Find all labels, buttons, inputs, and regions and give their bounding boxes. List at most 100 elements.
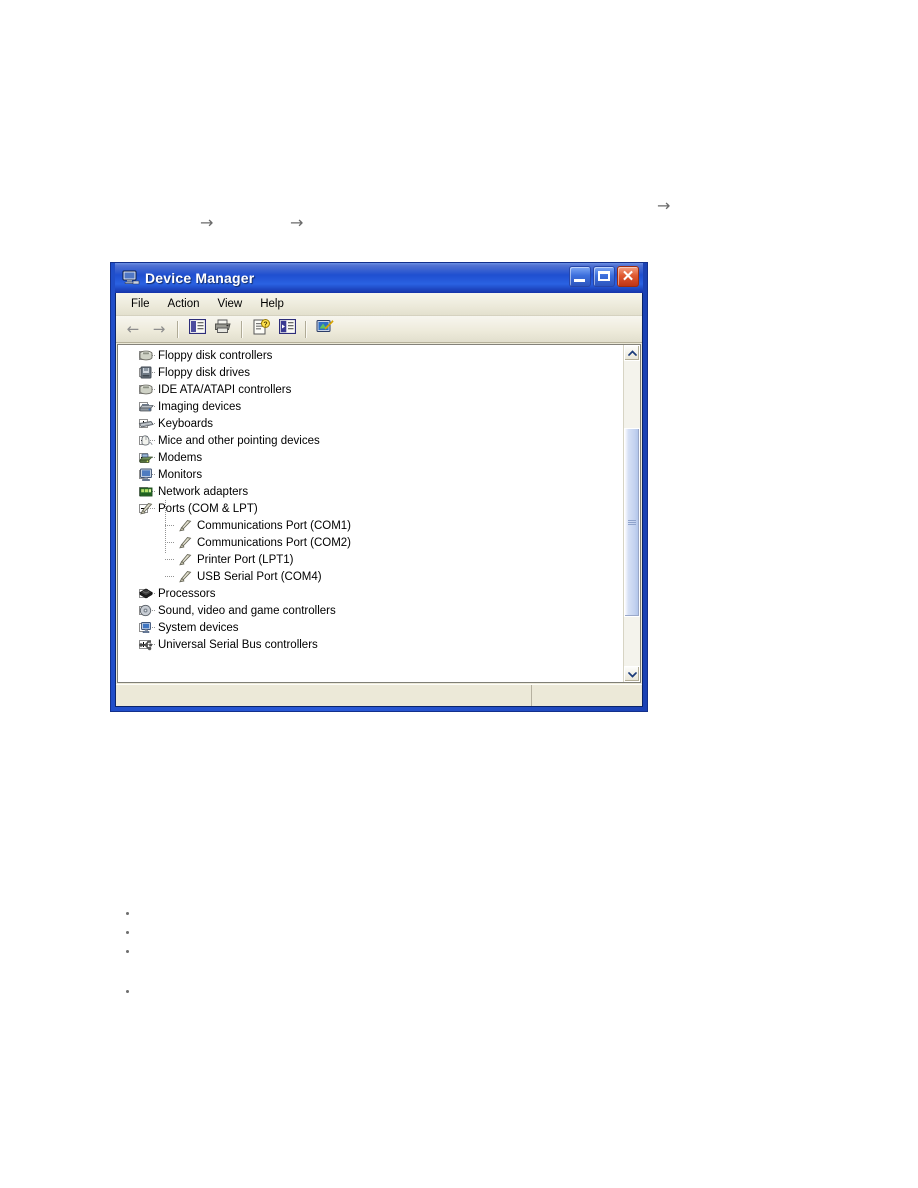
update-driver-icon xyxy=(316,319,334,340)
status-bar xyxy=(116,684,642,706)
properties-icon: ? xyxy=(253,318,270,340)
tree-row[interactable]: Floppy disk drives xyxy=(118,364,623,381)
tree-row[interactable]: Mice and other pointing devices xyxy=(118,432,623,449)
tree-item-label: Communications Port (COM2) xyxy=(197,536,352,549)
scan-for-hardware-changes-button[interactable] xyxy=(275,318,299,341)
tree-row[interactable]: Universal Serial Bus controllers xyxy=(118,636,623,653)
tree-row[interactable]: Keyboards xyxy=(118,415,623,432)
menu-item-action[interactable]: Action xyxy=(159,296,209,312)
scroll-up-button[interactable] xyxy=(624,345,640,361)
device-tree: Floppy disk controllers Floppy disk driv… xyxy=(118,345,623,653)
tree-item-label: Printer Port (LPT1) xyxy=(197,553,294,566)
tree-item-label: Processors xyxy=(158,587,216,600)
tree-row[interactable]: Floppy disk controllers xyxy=(118,347,623,364)
tree-row[interactable]: System devices xyxy=(118,619,623,636)
console-tree-icon xyxy=(188,318,206,339)
properties-button[interactable]: ? xyxy=(249,318,273,341)
tree-row[interactable]: Imaging devices xyxy=(118,398,623,415)
chevron-down-icon xyxy=(627,671,637,678)
tree-connector xyxy=(165,576,174,577)
modem-icon xyxy=(138,450,154,466)
minimize-button[interactable] xyxy=(569,266,591,287)
tree-item-label: Floppy disk controllers xyxy=(158,349,273,362)
arrow-right-icon: → xyxy=(290,213,304,232)
tree-row[interactable]: Ports (COM & LPT) xyxy=(118,500,623,517)
computer-monitor-icon xyxy=(122,269,140,287)
bullet-dot-icon xyxy=(126,950,129,953)
port-icon xyxy=(177,518,193,534)
list-item xyxy=(120,924,142,943)
tree-item-label: Imaging devices xyxy=(158,400,242,413)
client-area: File Action View Help ← → ? Floppy disk … xyxy=(115,293,643,707)
arrow-right-icon: → xyxy=(200,213,214,232)
bullet-dot-icon xyxy=(126,990,129,993)
list-item xyxy=(120,943,142,962)
processor-icon xyxy=(138,586,154,602)
tree-item-label: Ports (COM & LPT) xyxy=(158,502,258,515)
list-item xyxy=(120,905,142,924)
minimize-icon xyxy=(574,279,585,282)
tree-row[interactable]: Modems xyxy=(118,449,623,466)
update-driver-button[interactable] xyxy=(313,318,337,341)
usb-controller-icon xyxy=(138,637,154,653)
close-button[interactable]: ✕ xyxy=(617,266,639,287)
arrow-right-icon: → xyxy=(152,319,166,338)
tree-item-label: Universal Serial Bus controllers xyxy=(158,638,318,651)
maximize-icon xyxy=(598,271,610,281)
floppy-disk-controller-icon xyxy=(138,348,154,364)
tree-row[interactable]: Monitors xyxy=(118,466,623,483)
port-icon xyxy=(138,501,154,517)
tree-item-label: Monitors xyxy=(158,468,203,481)
tree-row[interactable]: Sound, video and game controllers xyxy=(118,602,623,619)
print-button[interactable] xyxy=(211,318,235,341)
tree-item-label: USB Serial Port (COM4) xyxy=(197,570,322,583)
tree-row[interactable]: Printer Port (LPT1) xyxy=(118,551,623,568)
tree-item-label: Network adapters xyxy=(158,485,249,498)
page-arrow-3: → xyxy=(657,198,670,214)
tree-row[interactable]: IDE ATA/ATAPI controllers xyxy=(118,381,623,398)
menu-item-file[interactable]: File xyxy=(122,296,159,312)
scrollbar-thumb[interactable] xyxy=(624,428,640,618)
port-icon xyxy=(177,552,193,568)
toolbar: ← → ? xyxy=(116,316,642,343)
mouse-icon xyxy=(138,433,154,449)
scrollbar-grip xyxy=(628,519,636,526)
tree-item-label: Floppy disk drives xyxy=(158,366,251,379)
floppy-disk-drive-icon xyxy=(138,365,154,381)
tree-item-label: Communications Port (COM1) xyxy=(197,519,352,532)
toolbar-separator-3 xyxy=(305,320,307,338)
tree-connector xyxy=(165,542,174,543)
forward-button[interactable]: → xyxy=(147,318,171,341)
show-hide-console-tree-button[interactable] xyxy=(185,318,209,341)
scrollbar-track[interactable] xyxy=(624,361,640,666)
title-bar[interactable]: Device Manager ✕ xyxy=(115,263,643,293)
network-adapter-icon xyxy=(138,484,154,500)
page-arrow-2: → xyxy=(290,215,303,231)
keyboard-icon xyxy=(138,416,154,432)
tree-row[interactable]: Processors xyxy=(118,585,623,602)
arrow-left-icon: ← xyxy=(126,319,140,338)
printer-icon xyxy=(214,319,232,339)
status-bar-secondary-panel xyxy=(532,685,642,706)
toolbar-separator-2 xyxy=(241,320,243,338)
back-button[interactable]: ← xyxy=(121,318,145,341)
scroll-down-button[interactable] xyxy=(624,666,640,682)
tree-item-label: Modems xyxy=(158,451,203,464)
tree-item-label: Mice and other pointing devices xyxy=(158,434,320,447)
menu-bar: File Action View Help xyxy=(116,293,642,316)
port-icon xyxy=(177,569,193,585)
tree-vertical-scrollbar[interactable] xyxy=(623,345,640,682)
tree-row[interactable]: Communications Port (COM1) xyxy=(118,517,623,534)
tree-row[interactable]: Communications Port (COM2) xyxy=(118,534,623,551)
maximize-button[interactable] xyxy=(593,266,615,287)
menu-item-help[interactable]: Help xyxy=(251,296,293,312)
ide-controller-icon xyxy=(138,382,154,398)
tree-connector xyxy=(165,559,174,560)
arrow-right-icon: → xyxy=(657,196,671,215)
sound-controller-icon xyxy=(138,603,154,619)
window-controls: ✕ xyxy=(569,266,639,287)
bullet-dot-icon xyxy=(126,931,129,934)
tree-row[interactable]: Network adapters xyxy=(118,483,623,500)
menu-item-view[interactable]: View xyxy=(209,296,252,312)
tree-row[interactable]: USB Serial Port (COM4) xyxy=(118,568,623,585)
